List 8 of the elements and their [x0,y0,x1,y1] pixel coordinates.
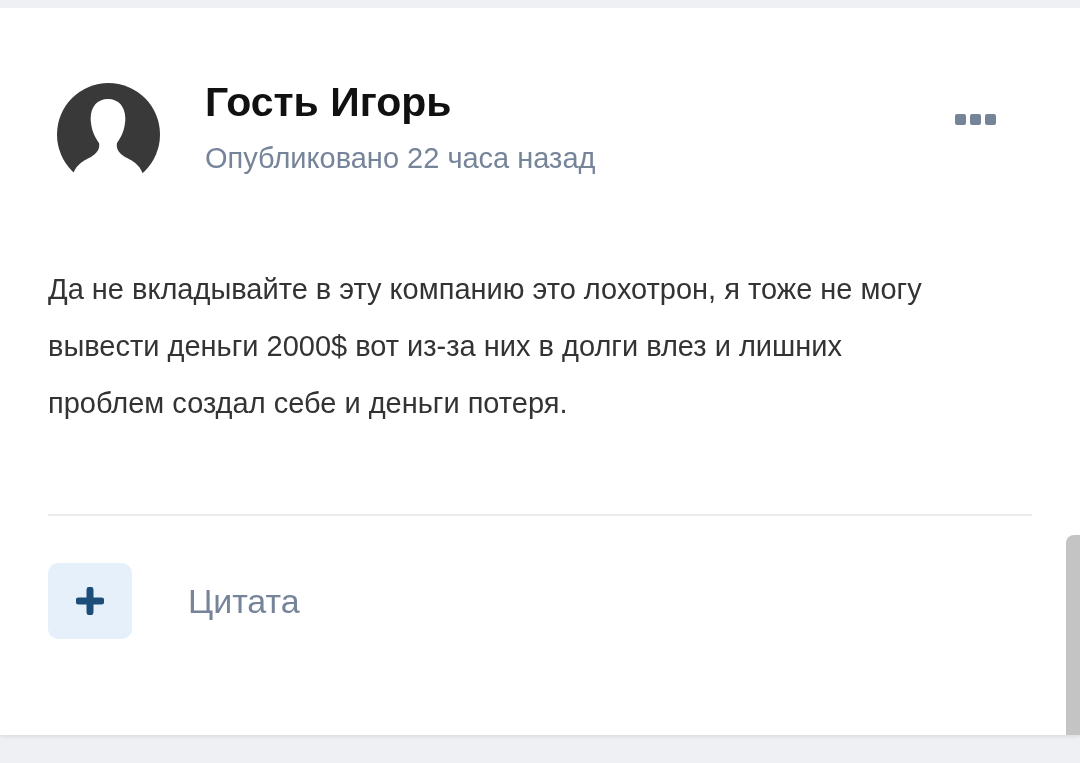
author-name: Гость Игорь [205,78,453,127]
plus-icon [76,587,104,615]
quote-link[interactable]: Цитата [188,581,300,621]
more-options-icon[interactable] [955,114,996,125]
post-text: Да не вкладывайте в эту компанию это лохотрон, я тоже не могу вывести деньги 2000$ вот из-за них в долги влез и лишних проблем создал себе и деньги потеря. [48,272,923,421]
add-button[interactable] [48,563,132,639]
scrollbar-thumb[interactable] [1066,535,1080,735]
post-time: Опубликовано 22 часа назад [205,141,597,176]
